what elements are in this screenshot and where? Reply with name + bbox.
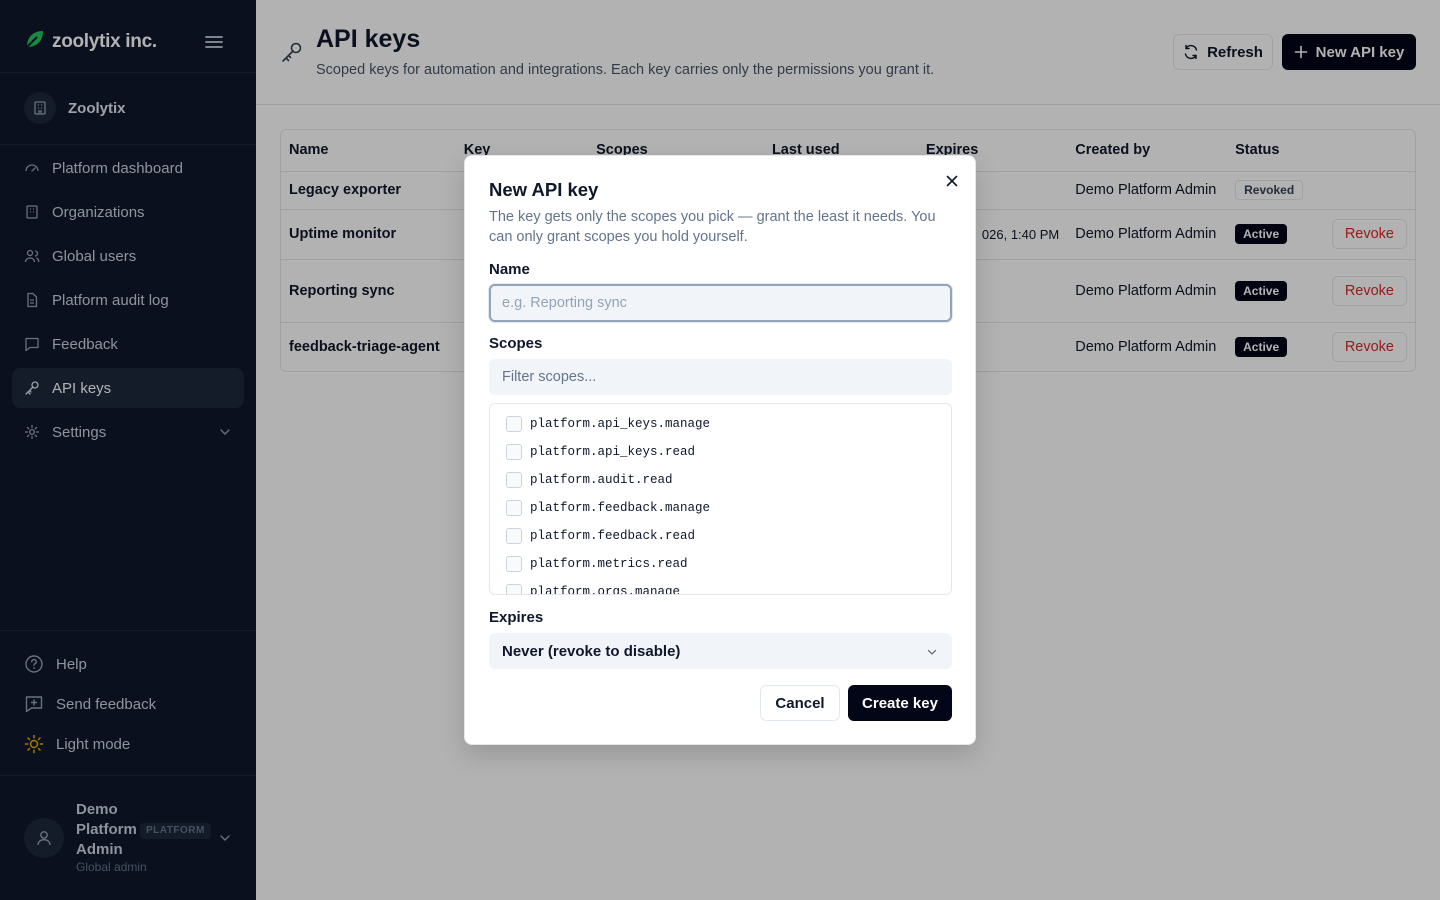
scope-checkbox[interactable] (506, 528, 522, 544)
scope-option[interactable]: platform.metrics.read (506, 555, 688, 573)
create-key-button[interactable]: Create key (848, 685, 952, 721)
chevron-down-icon (927, 649, 937, 655)
scope-checkbox[interactable] (506, 556, 522, 572)
name-input[interactable] (489, 284, 952, 322)
scope-checkbox[interactable] (506, 500, 522, 516)
scope-option[interactable]: platform.audit.read (506, 471, 673, 489)
dialog-title: New API key (489, 179, 599, 200)
scope-list[interactable]: platform.api_keys.manage platform.api_ke… (489, 403, 952, 595)
name-label: Name (489, 261, 530, 278)
expires-label: Expires (489, 609, 544, 626)
scope-label: platform.feedback.manage (530, 501, 711, 515)
scope-option[interactable]: platform.feedback.read (506, 527, 695, 545)
close-icon[interactable] (944, 173, 960, 189)
scope-checkbox[interactable] (506, 444, 522, 460)
scope-checkbox[interactable] (506, 584, 522, 594)
scope-label: platform.api_keys.read (530, 445, 696, 459)
scope-checkbox[interactable] (506, 416, 522, 432)
scope-checkbox[interactable] (506, 472, 522, 488)
scope-label: platform.metrics.read (530, 557, 688, 571)
scope-label: platform.api_keys.manage (530, 417, 711, 431)
cancel-button[interactable]: Cancel (760, 685, 840, 721)
dialog-description: The key gets only the scopes you pick — … (489, 209, 936, 245)
expires-value: Never (revoke to disable) (502, 642, 681, 660)
scope-option[interactable]: platform.api_keys.read (506, 443, 695, 461)
scope-option[interactable]: platform.feedback.manage (506, 499, 710, 517)
scope-label: platform.feedback.read (530, 529, 696, 543)
scopes-label: Scopes (489, 335, 543, 352)
scope-option[interactable]: platform.orgs.manage (506, 583, 681, 595)
new-api-key-dialog: New API key The key gets only the scopes… (464, 155, 976, 745)
scope-label: platform.orgs.manage (530, 585, 681, 595)
filter-scopes-input[interactable] (489, 359, 952, 395)
scope-option[interactable]: platform.api_keys.manage (506, 415, 710, 433)
expires-select[interactable]: Never (revoke to disable) (489, 633, 952, 669)
scope-label: platform.audit.read (530, 473, 673, 487)
